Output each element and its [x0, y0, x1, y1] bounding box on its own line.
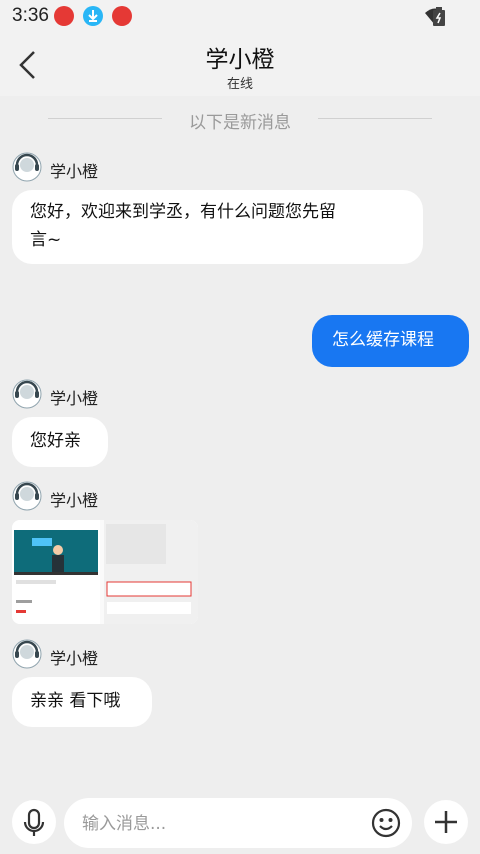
- message-bubble[interactable]: 您好，欢迎来到学丞，有什么问题您先留 言~: [12, 190, 423, 264]
- sender-name: 学小橙: [50, 162, 99, 181]
- screenshot-thumbnail: [12, 520, 198, 624]
- online-status: 在线: [226, 77, 253, 92]
- my-message-bubble[interactable]: 怎么缓存课程: [312, 315, 469, 367]
- status-bar: 3:36: [0, 0, 480, 34]
- chat-header: 学小橙 在线: [0, 34, 480, 96]
- image-message[interactable]: [12, 520, 198, 624]
- message-bubble[interactable]: 您好亲: [12, 417, 108, 467]
- message-input[interactable]: [80, 798, 354, 850]
- avatar[interactable]: [12, 481, 42, 511]
- message-text: 怎么缓存课程: [332, 330, 434, 350]
- message-text: 您好，欢迎来到学丞，有什么问题您先留: [30, 202, 336, 222]
- divider-label: 以下是新消息: [189, 113, 291, 133]
- plus-icon: [435, 811, 457, 833]
- avatar[interactable]: [12, 639, 42, 669]
- add-attachment-button[interactable]: [424, 800, 468, 844]
- sender-name: 学小橙: [50, 649, 99, 668]
- message-text: 言~: [30, 230, 62, 250]
- emoji-icon[interactable]: [370, 807, 402, 843]
- message-input-container[interactable]: [64, 798, 412, 850]
- status-time: 3:36: [12, 5, 49, 26]
- avatar[interactable]: [12, 152, 42, 182]
- divider-line: [318, 118, 432, 119]
- app-notification-icon: [112, 6, 132, 26]
- voice-button[interactable]: [12, 800, 56, 844]
- message-text: 您好亲: [30, 431, 81, 451]
- download-icon: [83, 6, 103, 26]
- message-bubble[interactable]: 亲亲 看下哦: [12, 677, 152, 727]
- composer-bar: [0, 790, 480, 854]
- battery-icon: [432, 7, 446, 31]
- new-messages-divider: 以下是新消息: [48, 108, 432, 133]
- sender-name: 学小橙: [50, 389, 99, 408]
- app-notification-icon: [54, 6, 74, 26]
- chat-title: 学小橙: [205, 47, 275, 73]
- sender-name: 学小橙: [50, 491, 99, 510]
- avatar[interactable]: [12, 379, 42, 409]
- microphone-icon: [23, 808, 45, 836]
- message-text: 亲亲 看下哦: [30, 691, 121, 711]
